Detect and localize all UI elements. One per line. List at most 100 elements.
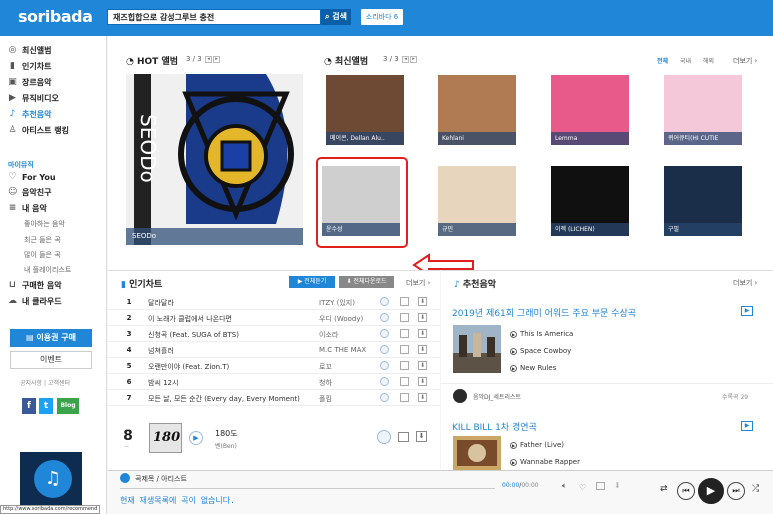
mv-icon[interactable] [380,377,389,386]
table-row[interactable]: 5 오랜만이야 (Feat. Zion.T) 로꼬 ⬇ [108,358,440,374]
row-song[interactable]: 신청곡 (Feat. SUGA of BTS) [148,330,239,340]
next-track-button[interactable]: ⏭︎ [727,482,745,500]
download-icon[interactable]: ⬇ [418,393,427,402]
add-icon[interactable] [400,313,409,322]
rec-track[interactable]: ▶ New Rules [510,364,556,372]
sidebar-item-latest[interactable]: ◎ 최신앨범 [8,44,52,57]
row-artist[interactable]: 청하 [319,378,332,388]
download-icon[interactable]: ⬇ [418,297,427,306]
album-card[interactable]: 구필 [664,166,742,236]
support-link[interactable]: 고객센터 [48,380,70,387]
rec-track[interactable]: ▶ Father (Live) [510,441,564,449]
latest-more-link[interactable]: 더보기 › [733,56,757,66]
sidebar-item-for-you[interactable]: ♡ For You [8,171,55,184]
soribada6-button[interactable]: 소리바다 6 [361,9,403,25]
repeat-icon[interactable]: ⇄ [660,484,668,494]
row-artist[interactable]: ITZY (있지) [319,298,355,308]
download-icon[interactable]: ⬇ [418,329,427,338]
row-artist[interactable]: 우디 (Woody) [319,314,363,324]
curator-name[interactable]: 음악DJ_세트리스트 [473,392,521,401]
album-card[interactable]: 퀴어큐티(HI CUTIE [664,75,742,145]
mv-icon[interactable] [380,361,389,370]
row-song[interactable]: 이 노래가 클럽에서 나온다면 [148,314,232,324]
curator-avatar[interactable] [453,389,467,403]
add-icon[interactable] [400,377,409,386]
volume-icon[interactable]: 🔈︎ [562,481,567,491]
mv-icon[interactable] [380,329,389,338]
prev-arrow-icon[interactable]: ◂ [204,55,212,63]
heart-icon[interactable]: ♡ [579,483,586,492]
download-icon[interactable]: ⬇ [418,313,427,322]
play-button[interactable]: ▶ [698,478,724,504]
sidebar-item-recommend[interactable]: ♪ 추천음악 [8,108,52,121]
filter-foreign[interactable]: 해외 [703,56,714,65]
row-artist[interactable]: 폴킴 [319,394,332,404]
facebook-icon[interactable]: f [22,398,36,414]
download-icon[interactable]: ⬇ [614,481,621,490]
rec-track[interactable]: ▶ This Is America [510,330,573,338]
progress-bar[interactable] [120,488,495,489]
soribada-logo[interactable]: soribada [18,7,93,26]
featured-play-button[interactable]: ▶ [189,431,203,445]
add-icon[interactable] [400,329,409,338]
table-row[interactable]: 3 신청곡 (Feat. SUGA of BTS) 이소라 ⬇ [108,326,440,342]
filter-domestic[interactable]: 국내 [680,56,691,65]
rec-track[interactable]: ▶ Wannabe Rapper [510,458,580,466]
row-artist[interactable]: 이소라 [319,330,338,340]
sidebar-item-artist-rank[interactable]: ♙ 아티스트 랭킹 [8,124,69,137]
album-card[interactable]: 메이콘, Dellan Alu.. [326,75,404,145]
table-row[interactable]: 6 밤씨 12시 청하 ⬇ [108,374,440,390]
twitter-icon[interactable]: t [39,398,53,414]
add-icon[interactable] [400,393,409,402]
row-artist[interactable]: M.C THE MAX [319,346,366,354]
featured-mv-icon[interactable] [377,430,391,444]
table-row[interactable]: 7 모든 날, 모든 순간 (Every day, Every Moment) 폴킴… [108,390,440,406]
row-song[interactable]: 달라달라 [148,298,174,308]
prev-track-button[interactable]: ⏮︎ [677,482,695,500]
playlist1-title[interactable]: 2019년 제61회 그래미 어워드 주요 부문 수상곡 [452,306,636,319]
album-card[interactable]: 이젝 (LICHEN) [551,166,629,236]
prev-arrow-icon[interactable]: ◂ [401,55,409,63]
hot-album-cover[interactable]: SEODo [126,74,303,245]
rec-track[interactable]: ▶ Space Cowboy [510,347,571,355]
mv-icon[interactable] [380,313,389,322]
sidebar-item-chart[interactable]: ▮ 인기차트 [8,60,51,73]
download-all-button[interactable]: ⬇ 전체다운로드 [339,276,394,288]
row-song[interactable]: 넘쳐흘러 [148,346,174,356]
mv-icon[interactable] [380,297,389,306]
table-row[interactable]: 4 넘쳐흘러 M.C THE MAX ⬇ [108,342,440,358]
notice-link[interactable]: 공지사항 [20,380,42,387]
sidebar-item-friends[interactable]: ☺ 음악친구 [8,186,51,199]
row-artist[interactable]: 로꼬 [319,362,332,372]
search-button[interactable]: ⌕ 검색 [321,9,351,25]
add-icon[interactable] [400,361,409,370]
mv-icon[interactable] [380,393,389,402]
album-card[interactable]: 규민 [438,166,516,236]
download-icon[interactable]: ⬇ [418,377,427,386]
featured-download-icon[interactable]: ⬇ [416,431,427,442]
sidebar-sub-recent[interactable]: 최근 들은 곡 [24,235,61,245]
purchase-ticket-button[interactable]: ▤ 이용권 구매 [10,329,92,347]
sidebar-item-purchased[interactable]: ⊔ 구매한 음악 [8,279,62,292]
search-input[interactable]: 재즈힙합으로 감성그루브 충전 [107,9,321,25]
event-button[interactable]: 이벤트 [10,351,92,369]
featured-cover[interactable]: 180 [149,423,182,453]
add-icon[interactable] [400,345,409,354]
sidebar-item-cloud[interactable]: ☁ 내 클라우드 [8,295,62,308]
play-all-button[interactable]: ▶ 전체듣기 [289,276,335,288]
featured-add-icon[interactable] [398,432,409,442]
featured-song[interactable]: 180도 [215,428,238,439]
next-arrow-icon[interactable]: ▸ [409,55,417,63]
table-row[interactable]: 2 이 노래가 클럽에서 나온다면 우디 (Woody) ⬇ [108,310,440,326]
sidebar-sub-most-played[interactable]: 많이 들은 곡 [24,250,61,260]
album-card[interactable]: Kehlani [438,75,516,145]
sidebar-sub-playlist[interactable]: 내 플레이리스트 [24,265,71,275]
next-arrow-icon[interactable]: ▸ [212,55,220,63]
download-icon[interactable]: ⬇ [418,361,427,370]
row-song[interactable]: 밤씨 12시 [148,378,178,388]
add-icon[interactable] [400,297,409,306]
shuffle-icon[interactable]: ⤮ [752,484,759,494]
mv-icon[interactable] [380,345,389,354]
download-icon[interactable]: ⬇ [418,345,427,354]
blog-icon[interactable]: Blog [57,398,79,414]
